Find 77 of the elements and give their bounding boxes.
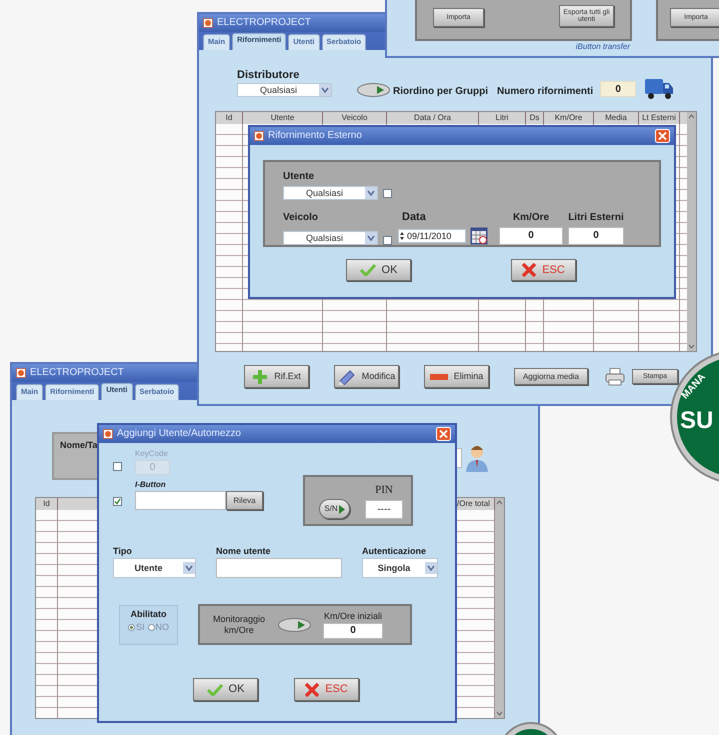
checkmark-icon [206, 684, 223, 696]
caption: iButton transfer [576, 42, 630, 52]
field-label: Km/Ore [512, 212, 550, 224]
dropdown[interactable]: Qualsiasi [237, 83, 332, 98]
liters-field[interactable]: 0 [568, 227, 624, 245]
ok-button[interactable]: OK [193, 678, 258, 702]
app-icon [16, 368, 26, 378]
text-field[interactable] [135, 491, 226, 510]
app-icon [254, 131, 264, 141]
button[interactable]: Rif.Ext [244, 365, 309, 388]
spinner-icon[interactable] [400, 231, 404, 241]
text-field[interactable] [216, 558, 342, 578]
person-icon [465, 444, 489, 472]
field-label: KeyCode [135, 449, 169, 458]
app-icon [203, 18, 213, 28]
close-icon[interactable] [436, 427, 451, 441]
date-field[interactable]: 09/11/2010 [398, 229, 466, 243]
field-label: Monitoraggio km/Ore [212, 614, 266, 636]
close-icon[interactable] [655, 129, 670, 143]
field-label: Tipo [113, 546, 133, 556]
km-field[interactable]: 0 [323, 623, 383, 640]
window-title: Aggiungi Utente/Automezzo [117, 428, 241, 440]
button[interactable]: Aggiorna media [514, 368, 588, 386]
button[interactable]: Elimina [424, 365, 489, 388]
field-label: Data [402, 210, 427, 224]
field-label: Km/Ore iniziali [324, 610, 382, 622]
window-title: ELECTROPROJECT [30, 367, 124, 379]
scrollbar[interactable] [495, 498, 504, 718]
window-title: Rifornimento Esterno [268, 130, 362, 142]
field-label: PIN [374, 484, 394, 496]
toggle-switch[interactable] [357, 83, 390, 98]
printer-icon [605, 368, 625, 386]
x-icon [522, 263, 536, 277]
dropdown-caret-icon[interactable] [425, 562, 437, 574]
field-label: Veicolo [283, 212, 320, 224]
field-label: I-Button [135, 480, 167, 490]
toggle-label: Riordino per Gruppi [393, 86, 488, 98]
checkbox[interactable] [113, 497, 122, 506]
toggle-button[interactable]: S/N [319, 499, 350, 520]
checkbox[interactable] [383, 236, 392, 245]
scrollbar[interactable] [687, 112, 696, 352]
field-label: Utente [283, 170, 316, 182]
x-icon [305, 682, 320, 697]
toggle-switch[interactable] [278, 618, 311, 632]
ok-button[interactable]: OK [346, 259, 411, 281]
button[interactable]: Rileva [226, 491, 263, 510]
window-title: ELECTROPROJECT [217, 17, 311, 29]
plus-icon [252, 368, 268, 385]
dropdown[interactable]: Singola [362, 558, 438, 578]
dropdown[interactable]: Qualsiasi [283, 186, 378, 200]
app-icon [103, 429, 113, 439]
pencil-icon [338, 368, 356, 385]
radio-button[interactable] [148, 624, 154, 631]
checkbox[interactable] [383, 189, 392, 198]
dropdown-caret-icon[interactable] [365, 232, 377, 244]
radio-button[interactable] [128, 624, 135, 631]
minus-icon [430, 374, 448, 380]
km-field[interactable]: 0 [499, 227, 563, 245]
badge-text: SU [680, 407, 714, 435]
field-label: Distributore [237, 68, 300, 82]
field-label: Nome utente [216, 546, 272, 556]
count-label: Numero rifornimenti [497, 86, 594, 98]
pin-field[interactable]: ---- [365, 500, 403, 519]
dropdown-caret-icon[interactable] [183, 562, 195, 574]
count-field: 0 [600, 81, 636, 98]
field-label: Nome/Ta [60, 440, 98, 450]
field-label: Autenticazione [362, 546, 428, 556]
button[interactable]: Modifica [334, 365, 399, 388]
checkmark-icon [360, 264, 376, 276]
dropdown[interactable]: Qualsiasi [283, 231, 378, 245]
dropdown-caret-icon[interactable] [319, 84, 331, 96]
dropdown-caret-icon[interactable] [365, 187, 377, 199]
dropdown[interactable]: Utente [113, 558, 196, 578]
play-icon [338, 504, 345, 514]
calendar-icon[interactable] [470, 227, 488, 245]
field-label: Litri Esterni [568, 212, 624, 224]
field-label: Abilitato [130, 608, 166, 620]
